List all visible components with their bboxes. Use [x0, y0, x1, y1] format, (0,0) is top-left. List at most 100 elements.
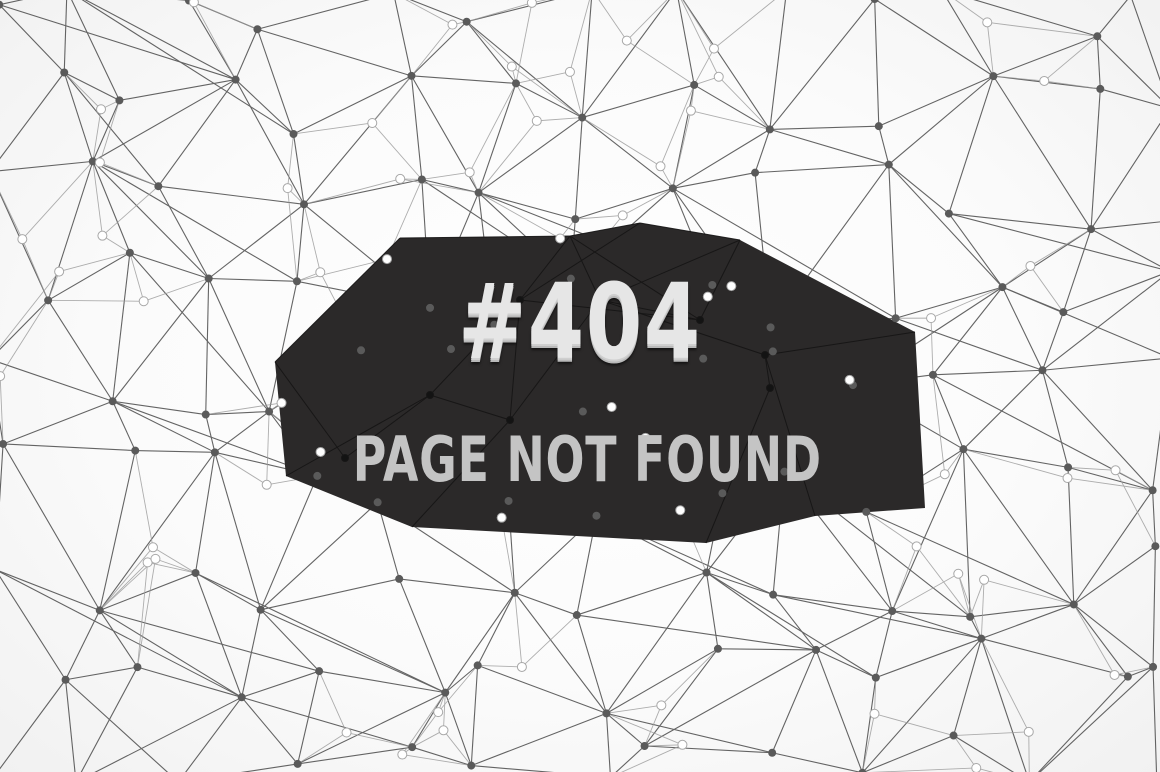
mesh-line [576, 571, 707, 616]
mesh-line [953, 638, 982, 736]
mesh-node [95, 606, 104, 615]
mesh-line [99, 609, 243, 698]
mesh-line [443, 692, 446, 731]
mesh-line [969, 579, 985, 617]
mesh-node [690, 80, 699, 89]
mesh-node [191, 568, 200, 577]
mesh-node [395, 173, 406, 184]
mesh-line [260, 578, 400, 611]
mesh-line [402, 754, 472, 767]
mesh-line [84, 0, 236, 81]
mesh-line [21, 238, 49, 301]
mesh-line [576, 614, 607, 714]
mesh-line [0, 300, 49, 377]
mesh-node [60, 68, 69, 77]
mesh-line [1152, 490, 1156, 547]
mesh-line [888, 75, 994, 165]
mesh-line [0, 271, 60, 348]
mesh-line [241, 670, 320, 698]
mesh-node [617, 210, 628, 221]
mesh-line [134, 450, 154, 548]
mesh-line [470, 665, 479, 766]
banner-node [426, 391, 434, 399]
mesh-line [466, 2, 533, 23]
mesh-line [644, 745, 773, 754]
mesh-line [80, 666, 138, 772]
mesh-line [574, 117, 583, 220]
mesh-line [660, 84, 695, 167]
mesh-line [2, 400, 113, 445]
mesh-node [61, 675, 70, 684]
mesh-line [987, 21, 1098, 37]
mesh-node [115, 96, 124, 105]
mesh-line [466, 21, 513, 67]
mesh-line [891, 546, 918, 612]
mesh-line [769, 128, 889, 166]
mesh-line [1090, 122, 1160, 230]
mesh-line [581, 0, 670, 118]
mesh-line [1042, 369, 1154, 491]
mesh-node [237, 693, 246, 702]
mesh-line [682, 0, 715, 49]
mesh-line [257, 28, 412, 77]
mesh-line [980, 579, 985, 639]
mesh-node [953, 568, 964, 579]
mesh-node [462, 17, 471, 26]
mesh-node [713, 71, 724, 82]
mesh-node [571, 215, 580, 224]
mesh-node [675, 505, 686, 516]
mesh-line [892, 610, 971, 618]
mesh-line [47, 300, 114, 402]
mesh-line [137, 666, 242, 698]
mesh-line [1043, 35, 1098, 82]
mesh-node [1123, 672, 1132, 681]
mesh-node [276, 397, 287, 408]
mesh-line [478, 192, 561, 239]
mesh-node [1149, 662, 1158, 671]
mesh-line [644, 744, 683, 747]
mesh-line [260, 609, 446, 694]
mesh-node [911, 541, 922, 552]
mesh-line [319, 670, 446, 694]
mesh-node [1059, 308, 1068, 317]
mesh-line [409, 0, 467, 23]
mesh-line [875, 610, 893, 678]
mesh-line [1073, 545, 1156, 605]
mesh-line [536, 117, 583, 122]
mesh-line [318, 670, 347, 733]
mesh-line [47, 252, 131, 301]
mesh-line [514, 592, 577, 616]
mesh-node [506, 61, 517, 72]
mesh-line [576, 614, 817, 651]
mesh-line [235, 79, 305, 205]
mesh-line [605, 713, 611, 772]
mesh-line [92, 109, 102, 162]
mesh-line [1067, 467, 1075, 605]
mesh-line [0, 679, 66, 770]
mesh-line [241, 696, 413, 748]
mesh-line [466, 21, 583, 118]
mesh-node [531, 115, 542, 126]
mesh-line [0, 575, 67, 681]
mesh-line [1073, 489, 1154, 605]
mesh-line [477, 664, 522, 668]
mesh-line [477, 664, 607, 714]
mesh-line [581, 117, 674, 189]
mesh-line [948, 213, 1092, 230]
mesh-line [1028, 731, 1030, 772]
mesh-node [265, 407, 274, 416]
mesh-line [948, 75, 994, 214]
mesh-line [1096, 35, 1160, 100]
mesh-node [862, 507, 871, 516]
mesh-line [875, 638, 982, 679]
mesh-line [891, 573, 959, 612]
mesh-line [717, 648, 817, 651]
mesh-node [253, 25, 262, 34]
mesh-line [878, 75, 994, 127]
mesh-node [677, 739, 688, 750]
mesh-node [871, 673, 880, 682]
mesh-line [606, 704, 662, 714]
mesh-node [1148, 486, 1157, 495]
mesh-node [510, 588, 519, 597]
mesh-node [708, 43, 719, 54]
